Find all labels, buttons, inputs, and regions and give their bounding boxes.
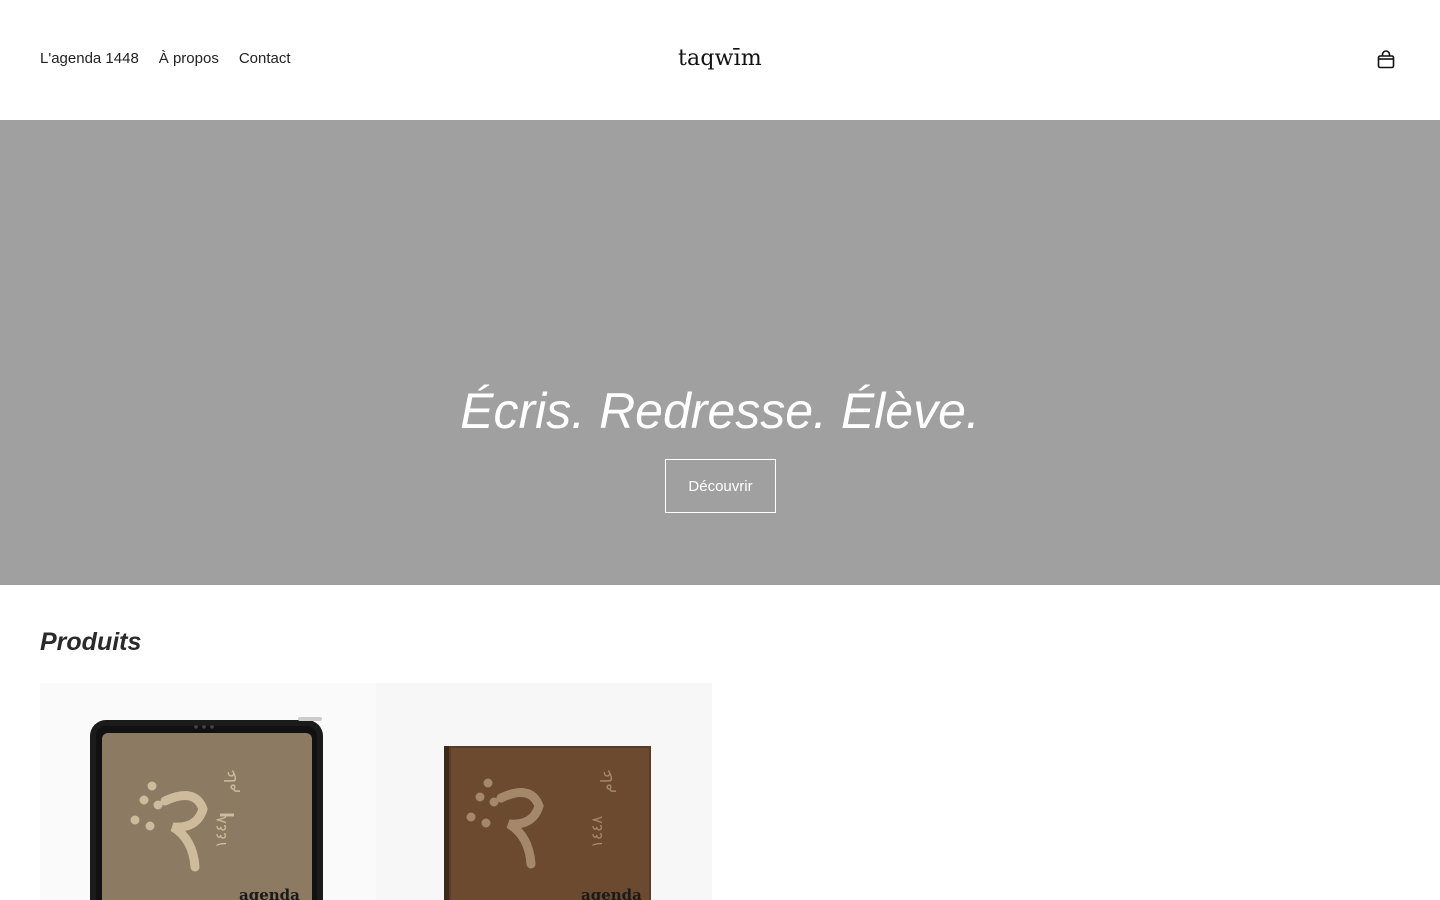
nav-link-contact[interactable]: Contact — [239, 50, 291, 67]
nav-link-agenda[interactable]: L'agenda 1448 — [40, 50, 139, 67]
svg-text:١٤٤٨: ١٤٤٨ — [213, 816, 230, 848]
shopping-bag-icon[interactable] — [1374, 48, 1398, 72]
nav-link-about[interactable]: À propos — [159, 50, 219, 67]
product-card-book[interactable]: عام ١٤٤٨ agenda — [376, 683, 712, 900]
cover-text: agenda — [239, 886, 300, 900]
svg-text:عام: عام — [223, 769, 240, 793]
book-agenda-image: عام ١٤٤٨ agenda — [444, 746, 651, 900]
products-heading: Produits — [40, 628, 142, 656]
site-logo[interactable]: taqwīm — [678, 46, 762, 71]
ipad-agenda-image: عام ١٤٤٨ agenda — [90, 717, 323, 900]
main-nav: L'agenda 1448 À propos Contact — [40, 50, 291, 67]
site-header: L'agenda 1448 À propos Contact taqwīm — [0, 0, 1440, 120]
svg-text:١٤٤٨: ١٤٤٨ — [589, 816, 606, 848]
discover-button[interactable]: Découvrir — [665, 459, 776, 513]
cover-text: agenda — [581, 886, 642, 900]
hero-banner: Écris. Redresse. Élève. Découvrir — [0, 120, 1440, 585]
product-card-ipad[interactable]: عام ١٤٤٨ agenda — [40, 683, 376, 900]
hero-title: Écris. Redresse. Élève. — [460, 383, 980, 439]
svg-text:عام: عام — [599, 769, 616, 793]
